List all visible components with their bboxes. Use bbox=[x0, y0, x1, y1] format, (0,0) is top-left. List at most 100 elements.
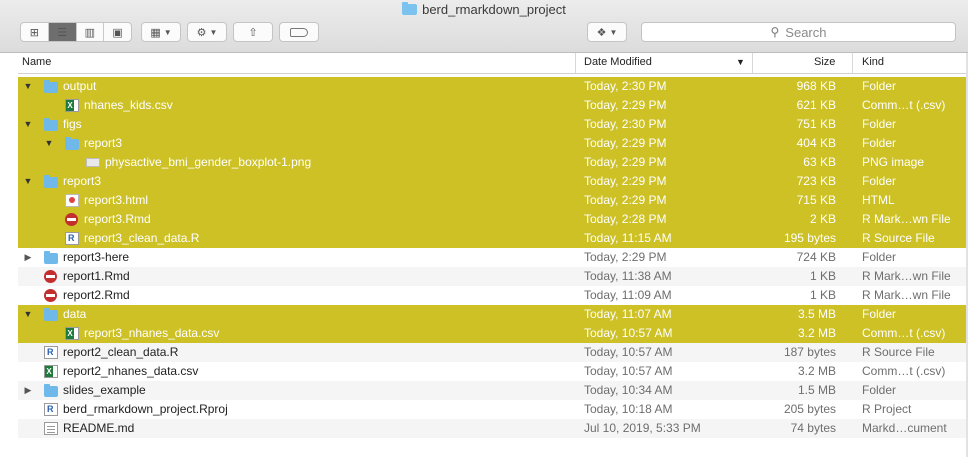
file-date: Today, 2:29 PM bbox=[584, 98, 667, 112]
file-size: 723 KB bbox=[796, 174, 836, 188]
file-kind: Comm…t (.csv) bbox=[862, 364, 946, 378]
file-row[interactable]: report3_nhanes_data.csv Today, 10:57 AM 3.… bbox=[18, 324, 967, 343]
file-row[interactable]: report1.Rmd Today, 11:38 AM 1 KB R Mark…wn … bbox=[18, 267, 967, 286]
disclosure-open-icon[interactable]: ▼ bbox=[23, 115, 33, 134]
window-title: berd_rmarkdown_project bbox=[0, 2, 968, 17]
file-kind: Folder bbox=[862, 174, 897, 188]
folder-icon bbox=[44, 80, 58, 93]
file-row[interactable]: ▼ report3 Today, 2:29 PM 723 KB Folder bbox=[18, 172, 967, 191]
disclosure-open-icon[interactable]: ▼ bbox=[23, 305, 33, 324]
file-row[interactable]: ▶ report3-here Today, 2:29 PM 724 KB Folder bbox=[18, 248, 967, 267]
file-kind: Folder bbox=[862, 307, 897, 321]
file-row[interactable]: physactive_bmi_gender_boxplot-1.png Today… bbox=[18, 153, 967, 172]
list-view-button[interactable]: ☰ bbox=[48, 23, 77, 41]
file-row[interactable]: report2.Rmd Today, 11:09 AM 1 KB R Mark…wn … bbox=[18, 286, 967, 305]
rfile-icon bbox=[65, 232, 79, 245]
file-name: report3 bbox=[63, 174, 102, 188]
file-date: Today, 10:57 AM bbox=[584, 326, 673, 340]
file-row[interactable]: README.md Jul 10, 2019, 5:33 PM 74 bytes Ma… bbox=[18, 419, 967, 438]
column-divider[interactable] bbox=[752, 53, 753, 73]
file-name: report3_clean_data.R bbox=[84, 231, 200, 245]
column-header-date[interactable]: Date Modified bbox=[584, 56, 652, 68]
folder-icon bbox=[65, 137, 79, 150]
file-size: 724 KB bbox=[796, 250, 836, 264]
search-placeholder: Search bbox=[785, 24, 827, 40]
chevron-down-icon: ▼ bbox=[163, 27, 172, 37]
rproj-icon bbox=[44, 403, 58, 416]
md-icon bbox=[44, 422, 58, 435]
file-size: 3.5 MB bbox=[797, 307, 836, 321]
file-kind: Folder bbox=[862, 250, 897, 264]
column-header-size[interactable]: Size bbox=[814, 56, 835, 68]
file-name: output bbox=[63, 79, 97, 93]
icon-view-button[interactable]: ⊞ bbox=[21, 23, 49, 41]
file-date: Today, 2:28 PM bbox=[584, 212, 667, 226]
column-divider[interactable] bbox=[852, 53, 853, 73]
file-row[interactable]: berd_rmarkdown_project.Rproj Today, 10:18… bbox=[18, 400, 967, 419]
file-list: ▼ output Today, 2:30 PM 968 KB Folder nhanes_… bbox=[18, 77, 967, 438]
disclosure-closed-icon[interactable]: ▶ bbox=[23, 248, 33, 267]
file-date: Today, 2:30 PM bbox=[584, 79, 667, 93]
column-header-name[interactable]: Name bbox=[22, 56, 51, 68]
search-icon: ⚲ bbox=[770, 25, 780, 39]
folder-icon bbox=[402, 2, 418, 15]
action-button[interactable]: ⚙ ▼ bbox=[187, 22, 227, 42]
rmd-icon bbox=[65, 213, 78, 226]
file-date: Today, 2:29 PM bbox=[584, 136, 667, 150]
dropbox-button[interactable]: ❖ ▼ bbox=[587, 22, 627, 42]
file-size: 751 KB bbox=[796, 117, 836, 131]
csv-icon bbox=[65, 327, 79, 340]
disclosure-closed-icon[interactable]: ▶ bbox=[23, 381, 33, 400]
file-row[interactable]: ▼ output Today, 2:30 PM 968 KB Folder bbox=[18, 77, 967, 96]
rfile-icon bbox=[44, 346, 58, 359]
search-field[interactable]: ⚲ Search bbox=[641, 22, 956, 42]
file-kind: Markd…cument bbox=[862, 421, 947, 435]
file-row[interactable]: ▶ slides_example Today, 10:34 AM 1.5 MB Fold… bbox=[18, 381, 967, 400]
disclosure-open-icon[interactable]: ▼ bbox=[44, 134, 54, 153]
csv-icon bbox=[65, 99, 79, 112]
window-title-text: berd_rmarkdown_project bbox=[422, 2, 566, 17]
file-name: slides_example bbox=[63, 383, 146, 397]
file-row[interactable]: ▼ report3 Today, 2:29 PM 404 KB Folder bbox=[18, 134, 967, 153]
file-row[interactable]: report2_clean_data.R Today, 10:57 AM 187 b… bbox=[18, 343, 967, 362]
file-kind: HTML bbox=[862, 193, 895, 207]
column-divider[interactable] bbox=[575, 53, 576, 73]
column-header-kind[interactable]: Kind bbox=[862, 56, 884, 68]
rmd-icon bbox=[44, 270, 57, 283]
tag-button[interactable] bbox=[279, 22, 319, 42]
file-name: report3 bbox=[84, 136, 123, 150]
file-row[interactable]: report3.html Today, 2:29 PM 715 KB HTML bbox=[18, 191, 967, 210]
column-view-button[interactable]: ▥ bbox=[77, 23, 105, 41]
gallery-view-button[interactable]: ▣ bbox=[104, 23, 131, 41]
file-row[interactable]: ▼ data Today, 11:07 AM 3.5 MB Folder bbox=[18, 305, 967, 324]
file-date: Today, 2:29 PM bbox=[584, 155, 667, 169]
file-size: 3.2 MB bbox=[797, 326, 836, 340]
group-by-button[interactable]: ▦ ▼ bbox=[141, 22, 181, 42]
chevron-down-icon: ▼ bbox=[609, 27, 618, 37]
file-date: Today, 2:30 PM bbox=[584, 117, 667, 131]
sort-chevron-down-icon: ▼ bbox=[736, 57, 745, 67]
file-row[interactable]: nhanes_kids.csv Today, 2:29 PM 621 KB Comm…… bbox=[18, 96, 967, 115]
file-date: Today, 10:18 AM bbox=[584, 402, 673, 416]
file-row[interactable]: report3_clean_data.R Today, 11:15 AM 195 b… bbox=[18, 229, 967, 248]
file-kind: PNG image bbox=[862, 155, 925, 169]
file-kind: R Source File bbox=[862, 345, 935, 359]
file-name: physactive_bmi_gender_boxplot-1.png bbox=[105, 155, 312, 169]
view-mode-segmented-control: ⊞ ☰ ▥ ▣ bbox=[20, 22, 132, 42]
file-row[interactable]: report3.Rmd Today, 2:28 PM 2 KB R Mark…wn F… bbox=[18, 210, 967, 229]
disclosure-open-icon[interactable]: ▼ bbox=[23, 172, 33, 191]
folder-icon bbox=[44, 118, 58, 131]
file-name: nhanes_kids.csv bbox=[84, 98, 173, 112]
file-date: Today, 2:29 PM bbox=[584, 193, 667, 207]
grid-group-icon: ▦ bbox=[150, 26, 161, 39]
file-row[interactable]: report2_nhanes_data.csv Today, 10:57 AM 3.… bbox=[18, 362, 967, 381]
file-date: Today, 11:38 AM bbox=[584, 269, 672, 283]
rmd-icon bbox=[44, 289, 57, 302]
html-icon bbox=[65, 194, 79, 207]
share-button[interactable]: ⇧ bbox=[233, 22, 273, 42]
file-row[interactable]: ▼ figs Today, 2:30 PM 751 KB Folder bbox=[18, 115, 967, 134]
file-kind: R Project bbox=[862, 402, 912, 416]
disclosure-open-icon[interactable]: ▼ bbox=[23, 77, 33, 96]
file-size: 3.2 MB bbox=[797, 364, 836, 378]
folder-icon bbox=[44, 308, 58, 321]
